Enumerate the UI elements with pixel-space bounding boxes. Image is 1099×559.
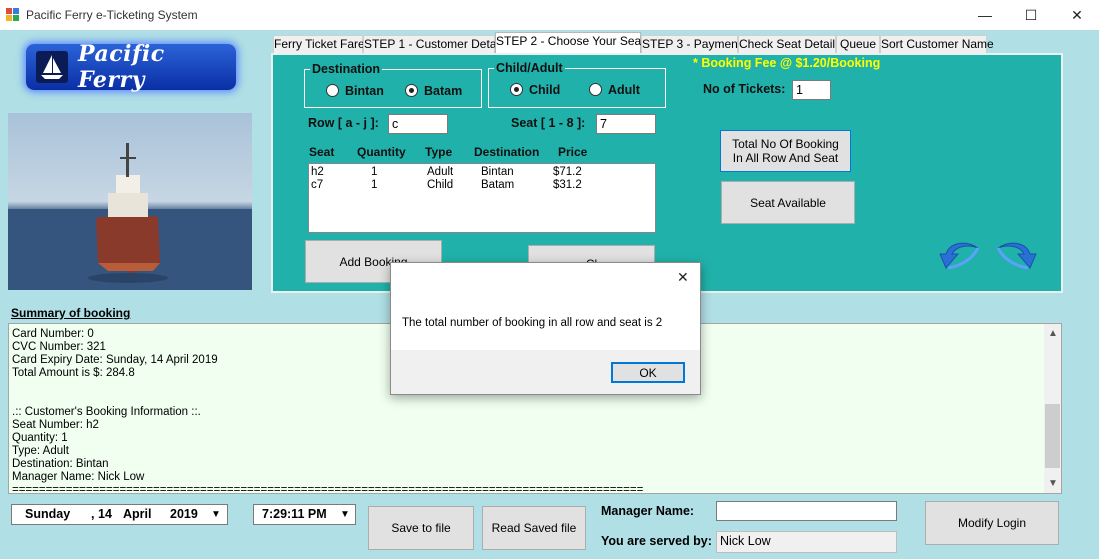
tab-check-seat-detail[interactable]: Check Seat Detail <box>738 35 836 53</box>
dialog-footer: OK <box>391 350 700 394</box>
dialog-message: The total number of booking in all row a… <box>402 317 663 329</box>
summary-scrollbar[interactable]: ▲ ▼ <box>1044 324 1061 493</box>
forward-arrow-icon[interactable] <box>994 240 1038 276</box>
date-month: April <box>123 507 152 521</box>
app-logo: Pacific Ferry <box>26 41 236 93</box>
radio-batam-label[interactable]: Batam <box>424 84 462 98</box>
radio-child-label[interactable]: Child <box>529 83 560 97</box>
date-picker[interactable]: Sunday , 14 April 2019 ▼ <box>11 504 228 525</box>
row-input[interactable]: c <box>388 114 448 134</box>
row-label: Row [ a - j ]: <box>308 116 379 130</box>
date-year: 2019 <box>170 507 198 521</box>
dialog-close-icon[interactable]: ✕ <box>677 269 689 286</box>
tickets-input[interactable]: 1 <box>792 80 831 100</box>
list-header-type: Type <box>425 145 453 159</box>
list-header-quantity: Quantity <box>357 145 406 159</box>
list-header-seat: Seat <box>309 145 335 159</box>
booking-fee-note: * Booking Fee @ $1.20/Booking <box>693 56 881 70</box>
list-cell: Child <box>427 179 454 191</box>
maximize-button[interactable]: ☐ <box>1008 0 1054 30</box>
ship-photo <box>8 113 252 290</box>
chevron-down-icon[interactable]: ▼ <box>211 505 221 524</box>
back-arrow-icon[interactable] <box>938 240 982 276</box>
radio-bintan-label[interactable]: Bintan <box>345 84 384 98</box>
sailboat-icon <box>36 51 68 83</box>
save-to-file-button[interactable]: Save to file <box>368 506 474 550</box>
list-cell: $71.2 <box>553 166 582 178</box>
list-cell: Adult <box>427 166 454 178</box>
dialog-ok-button[interactable]: OK <box>611 362 685 383</box>
list-cell: Bintan <box>481 166 514 178</box>
list-cell: 1 <box>371 179 378 191</box>
list-header-destination: Destination <box>474 145 540 159</box>
app-icon <box>6 8 20 22</box>
modify-login-button[interactable]: Modify Login <box>925 501 1059 545</box>
list-cell: $31.2 <box>553 179 582 191</box>
read-saved-file-button[interactable]: Read Saved file <box>482 506 586 550</box>
date-number: 14 <box>98 507 112 521</box>
tab-queue[interactable]: Queue <box>836 35 880 53</box>
date-separator: , <box>91 507 95 521</box>
manager-name-label: Manager Name: <box>601 504 695 518</box>
tab-ferry-ticket-fare[interactable]: Ferry Ticket Fare <box>273 35 365 53</box>
title-bar: Pacific Ferry e-Ticketing System — ☐ ✕ <box>0 0 1099 30</box>
served-by-field: Nick Low <box>716 531 897 553</box>
list-cell: Batam <box>481 179 515 191</box>
list-cell: h2 <box>311 166 324 178</box>
tab-step1-customer-detail[interactable]: STEP 1 - Customer Detail <box>363 35 502 53</box>
seat-input[interactable]: 7 <box>596 114 656 134</box>
radio-batam[interactable] <box>405 84 418 97</box>
radio-adult[interactable] <box>589 83 602 96</box>
list-cell: 1 <box>371 166 378 178</box>
scroll-down-icon[interactable]: ▼ <box>1048 478 1058 489</box>
scroll-thumb[interactable] <box>1045 404 1060 468</box>
booking-list[interactable]: h2 1 Adult Bintan $71.2 c7 1 Child Batam… <box>308 163 656 233</box>
chevron-down-icon[interactable]: ▼ <box>340 505 350 524</box>
manager-name-input[interactable] <box>716 501 897 521</box>
window-title: Pacific Ferry e-Ticketing System <box>26 8 198 22</box>
message-dialog: ✕ The total number of booking in all row… <box>390 262 701 395</box>
seat-label: Seat [ 1 - 8 ]: <box>511 116 586 130</box>
tab-step2-choose-seat[interactable]: STEP 2 - Choose Your Seat <box>495 32 645 54</box>
date-day: Sunday <box>25 507 71 521</box>
age-group-title: Child/Adult <box>494 61 565 75</box>
tab-sort-customer-name[interactable]: Sort Customer Name <box>880 35 994 53</box>
close-button[interactable]: ✕ <box>1054 0 1099 30</box>
destination-group-title: Destination <box>310 62 383 76</box>
tab-step3-payment[interactable]: STEP 3 - Payment <box>641 35 741 53</box>
time-value: 7:29:11 PM <box>262 507 327 521</box>
radio-child[interactable] <box>510 83 523 96</box>
logo-text: Pacific Ferry <box>78 41 165 93</box>
tickets-label: No of Tickets: <box>703 82 786 96</box>
minimize-button[interactable]: — <box>962 0 1008 30</box>
scroll-up-icon[interactable]: ▲ <box>1048 328 1058 339</box>
total-booking-button[interactable]: Total No Of Booking In All Row And Seat <box>720 130 851 172</box>
time-picker[interactable]: 7:29:11 PM ▼ <box>253 504 356 525</box>
radio-adult-label[interactable]: Adult <box>608 83 640 97</box>
seat-available-button[interactable]: Seat Available <box>721 181 855 224</box>
served-by-label: You are served by: <box>601 534 712 548</box>
radio-bintan[interactable] <box>326 84 339 97</box>
summary-title: Summary of booking <box>11 306 131 320</box>
list-header-price: Price <box>558 145 588 159</box>
list-cell: c7 <box>311 179 324 191</box>
